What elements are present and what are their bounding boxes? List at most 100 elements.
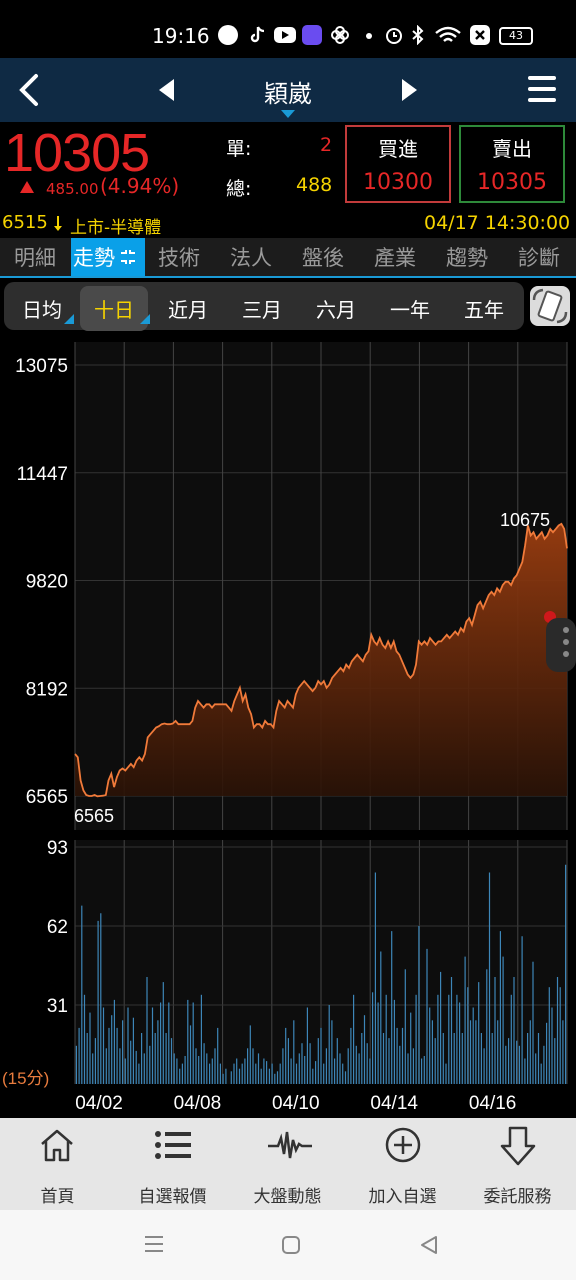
recents-icon[interactable]	[143, 1234, 165, 1254]
tab-institutional[interactable]: 法人	[230, 242, 272, 272]
max-price-label: 10675	[500, 510, 550, 530]
period-selector: 日均 十日 近月 三月 六月 一年 五年	[4, 282, 524, 331]
total-volume-label: 總:	[226, 178, 252, 200]
stock-title[interactable]: 穎崴	[0, 74, 576, 109]
down-arrow-icon	[500, 1126, 536, 1166]
corner-indicator-icon	[64, 314, 74, 324]
nav-order-label: 委託服務	[483, 1187, 552, 1207]
nav-watchlist[interactable]: 自選報價	[115, 1118, 230, 1210]
nav-watchlist-label: 自選報價	[138, 1187, 207, 1207]
nav-market[interactable]: 大盤動態	[230, 1118, 345, 1210]
wifi-icon	[434, 25, 462, 45]
back-triangle-icon[interactable]	[418, 1234, 440, 1256]
status-time: 19:16	[152, 24, 210, 48]
price-tick-label: 9820	[26, 572, 68, 593]
min-price-label: 6565	[74, 806, 114, 826]
system-nav-bar	[0, 1210, 576, 1280]
dot-icon	[366, 33, 372, 39]
period-3-months[interactable]: 三月	[242, 294, 282, 323]
alarm-icon	[384, 25, 404, 45]
youtube-icon	[274, 27, 296, 43]
nav-add-watch-label: 加入自選	[368, 1187, 437, 1207]
period-daily-avg[interactable]: 日均	[22, 294, 62, 323]
bottom-nav: 首頁 自選報價 大盤動態 加入自選 委託服務	[0, 1118, 576, 1210]
sell-price: 10305	[477, 170, 547, 195]
sell-button[interactable]: 賣出 10305	[459, 125, 565, 203]
side-handle[interactable]	[546, 618, 576, 672]
home-icon	[41, 1129, 73, 1162]
single-volume-label: 單:	[226, 138, 252, 160]
tab-bar: 明細 走勢 技術 法人 盤後 產業 趨勢 診斷	[0, 238, 576, 278]
tab-technical[interactable]: 技術	[158, 242, 200, 272]
tab-trend[interactable]: 走勢	[71, 238, 145, 276]
period-ten-day[interactable]: 十日	[80, 286, 148, 331]
buy-label: 買進	[378, 137, 418, 161]
updown-icon	[54, 216, 62, 231]
period-month[interactable]: 近月	[168, 294, 208, 323]
close-box-icon	[470, 25, 490, 45]
next-triangle-icon[interactable]	[400, 78, 418, 102]
weather-icon	[302, 25, 322, 45]
price-tick-label: 8192	[26, 679, 68, 700]
price-tick-label: 11447	[17, 464, 68, 485]
price-tick-label: 6565	[26, 787, 68, 808]
line-icon	[218, 25, 238, 45]
trend-chart-svg: 13075 11447 9820 8192 6565 04/02 04/08 04/10 04/…	[2, 342, 576, 1114]
price-tick-label: 13075	[15, 356, 68, 377]
period-6-months[interactable]: 六月	[316, 294, 356, 323]
corner-indicator-icon	[140, 314, 150, 324]
volume-tick-label: 93	[47, 838, 68, 859]
tab-after-hours[interactable]: 盤後	[302, 242, 344, 272]
x-tick-label: 04/08	[174, 1093, 222, 1114]
add-circle-icon	[385, 1127, 421, 1163]
nav-order[interactable]: 委託服務	[460, 1118, 575, 1210]
tab-trends[interactable]: 趨勢	[446, 242, 488, 272]
bluetooth-icon	[410, 24, 430, 46]
hamburger-menu-icon[interactable]	[526, 73, 558, 105]
volume-tick-label: 31	[47, 996, 68, 1017]
total-volume-value: 488	[296, 174, 333, 196]
list-icon	[155, 1131, 191, 1159]
period-1-year[interactable]: 一年	[390, 294, 430, 323]
x-tick-label: 04/10	[272, 1093, 320, 1114]
status-bar: 19:16 43	[0, 0, 576, 58]
market-sector: 上市-半導體	[70, 218, 162, 238]
pulse-icon	[268, 1131, 312, 1159]
price-change: 485.00	[46, 180, 99, 198]
handle-dot-icon	[563, 651, 569, 657]
tab-detail[interactable]: 明細	[14, 242, 56, 272]
handle-dot-icon	[563, 627, 569, 633]
title-bar: 穎崴	[0, 58, 576, 122]
nav-home[interactable]: 首頁	[0, 1118, 115, 1210]
buy-button[interactable]: 買進 10300	[345, 125, 451, 203]
nav-home-label: 首頁	[40, 1187, 75, 1207]
nav-add-watch[interactable]: 加入自選	[345, 1118, 460, 1210]
quote-datetime: 04/17 14:30:00	[424, 212, 571, 234]
volume-unit-label: (15分)	[2, 1069, 49, 1088]
pinwheel-icon	[330, 25, 350, 45]
x-tick-label: 04/16	[469, 1093, 517, 1114]
single-volume-value: 2	[320, 134, 333, 156]
tab-trend-label: 走勢	[73, 246, 115, 270]
volume-tick-label: 62	[47, 917, 68, 938]
handle-dot-icon	[563, 639, 569, 645]
stock-code: 6515	[2, 212, 48, 233]
rotate-screen-icon[interactable]	[528, 284, 572, 328]
collapse-icon	[121, 250, 135, 264]
price-change-pct: (4.94%)	[100, 174, 180, 198]
buy-price: 10300	[363, 170, 433, 195]
tab-diagnosis[interactable]: 診斷	[518, 242, 560, 272]
trend-chart[interactable]: 13075 11447 9820 8192 6565 04/02 04/08 04/10 04/…	[0, 332, 576, 1118]
sell-label: 賣出	[492, 137, 532, 161]
tiktok-icon	[247, 25, 267, 45]
tab-industry[interactable]: 產業	[374, 242, 416, 272]
x-tick-label: 04/14	[370, 1093, 418, 1114]
battery-icon: 43	[499, 27, 533, 45]
up-triangle-icon	[20, 181, 34, 193]
dropdown-indicator-icon	[281, 110, 295, 118]
nav-market-label: 大盤動態	[253, 1187, 322, 1207]
period-5-years[interactable]: 五年	[464, 294, 504, 323]
home-square-icon[interactable]	[280, 1234, 302, 1256]
quote-panel: 10305 485.00 (4.94%) 單: 2 總: 488 買進 1030…	[0, 122, 576, 238]
x-tick-label: 04/02	[75, 1093, 123, 1114]
